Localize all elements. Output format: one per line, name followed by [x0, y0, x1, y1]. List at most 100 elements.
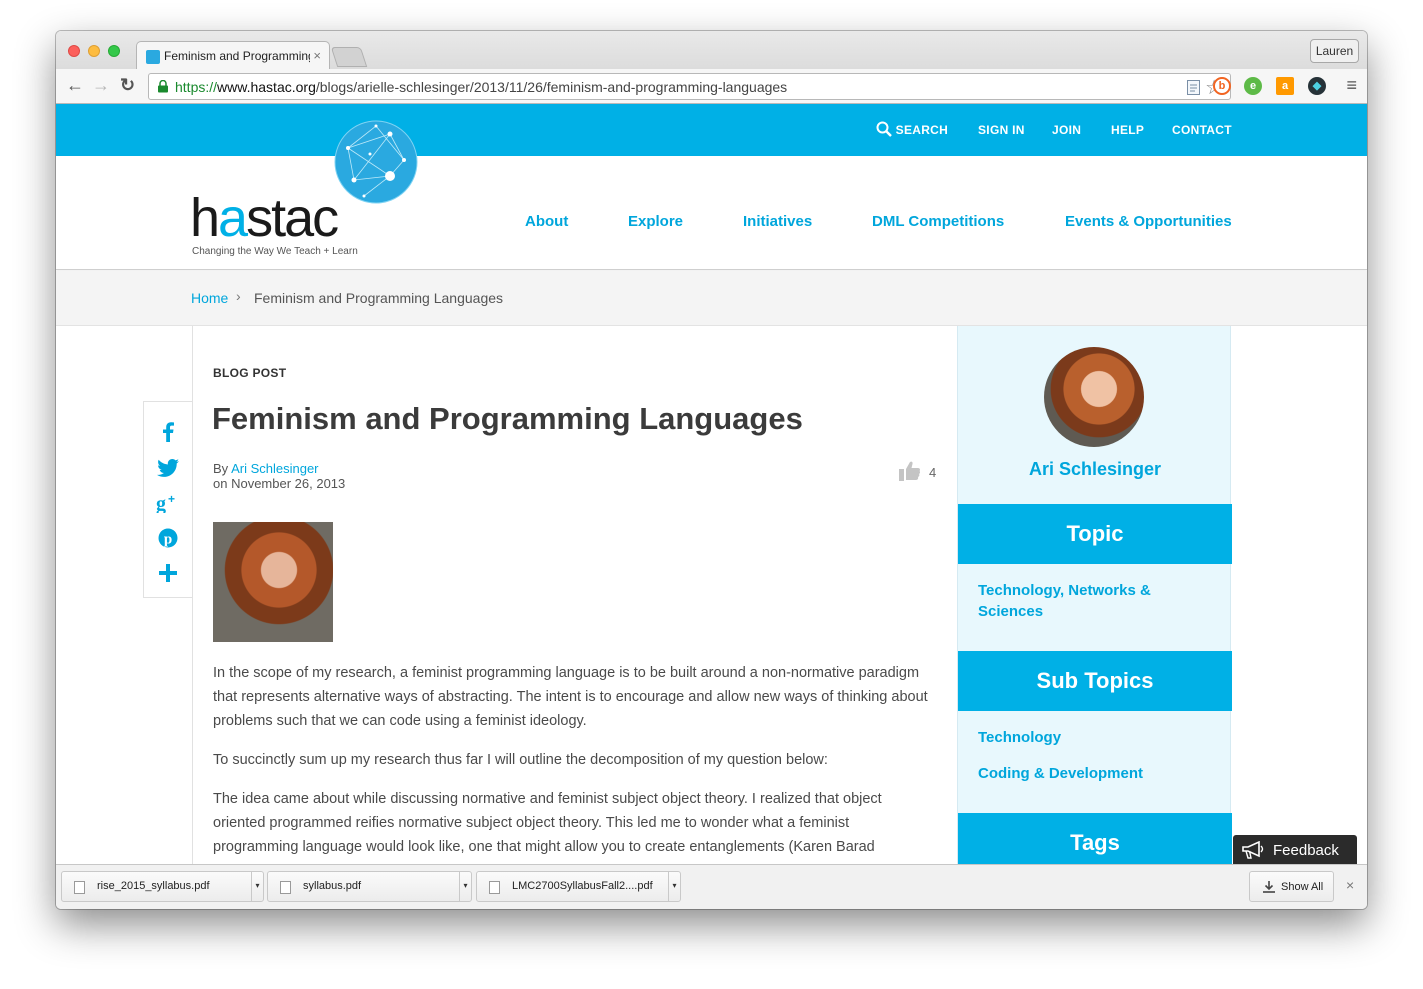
browser-menu-icon[interactable]: ≡ [1346, 75, 1357, 96]
like-count: 4 [929, 465, 937, 480]
author-avatar[interactable] [1044, 347, 1144, 447]
svg-text:p: p [164, 532, 172, 548]
nav-initiatives[interactable]: Initiatives [743, 213, 812, 230]
url-scheme: https:// [175, 79, 218, 95]
subtopics-heading: Sub Topics [958, 651, 1232, 711]
breadcrumb: Home › Feminism and Programming Language… [56, 271, 1367, 326]
sidebar-author-name[interactable]: Ari Schlesinger [958, 459, 1232, 480]
article-paragraph: The idea came about while discussing nor… [213, 791, 882, 855]
utility-bar: SEARCH SIGN IN JOIN HELP CONTACT [56, 104, 1367, 156]
download-item[interactable]: LMC2700SyllabusFall2....pdf ▾ [476, 871, 681, 902]
breadcrumb-home-link[interactable]: Home [191, 290, 228, 306]
wordmark-post: stac [246, 188, 339, 248]
show-all-downloads-button[interactable]: Show All [1249, 871, 1334, 902]
extension-evernote-icon[interactable]: e [1244, 77, 1262, 95]
help-link[interactable]: HELP [1111, 123, 1144, 137]
tab-strip: Feminism and Programming Languages × Lau… [56, 31, 1367, 69]
lock-icon [158, 80, 168, 93]
url-text: https://www.hastac.org/blogs/arielle-sch… [175, 79, 787, 95]
join-link[interactable]: JOIN [1052, 123, 1081, 137]
profile-button[interactable]: Lauren [1310, 39, 1359, 63]
download-filename: syllabus.pdf [303, 880, 362, 892]
web-page: SEARCH SIGN IN JOIN HELP CONTACT hastac … [56, 104, 1367, 864]
close-shelf-icon[interactable]: × [1346, 877, 1354, 893]
address-bar[interactable]: https://www.hastac.org/blogs/arielle-sch… [148, 73, 1231, 100]
nav-explore[interactable]: Explore [628, 213, 683, 230]
extension-amazon-icon[interactable]: a [1276, 77, 1294, 95]
wordmark-pre: h [190, 188, 220, 248]
download-options-icon[interactable]: ▾ [668, 872, 680, 901]
download-arrow-icon [1263, 881, 1275, 893]
byline-prefix: By [213, 461, 229, 476]
browser-toolbar: ← → ↻ https://www.hastac.org/blogs/ariel… [56, 69, 1367, 104]
content-divider [192, 326, 193, 864]
tab-close-icon[interactable]: × [313, 48, 321, 63]
author-link[interactable]: Ari Schlesinger [231, 461, 318, 476]
tab-title: Feminism and Programming Languages [164, 49, 310, 63]
zoom-window-button[interactable] [108, 45, 120, 57]
show-all-label: Show All [1281, 881, 1324, 893]
article-byline: By Ari Schlesinger on November 26, 2013 [213, 461, 345, 491]
pdf-file-icon [489, 881, 500, 894]
download-filename: rise_2015_syllabus.pdf [97, 880, 210, 892]
share-more-icon[interactable] [155, 561, 181, 585]
hastac-wordmark[interactable]: hastac [190, 187, 339, 249]
back-arrow-icon[interactable]: ← [66, 75, 84, 96]
article-paragraph: To succinctly sum up my research thus fa… [213, 752, 828, 768]
url-path: /blogs/arielle-schlesinger/2013/11/26/fe… [315, 79, 788, 95]
wordmark-accent: a [218, 188, 248, 248]
facebook-icon[interactable] [155, 420, 181, 444]
article-date: on November 26, 2013 [213, 476, 346, 491]
svg-text:+: + [168, 493, 175, 506]
share-bar: g + p [143, 401, 192, 598]
svg-text:g: g [156, 493, 166, 513]
forward-arrow-icon[interactable]: → [92, 75, 110, 96]
extension-b-icon[interactable]: b [1213, 77, 1231, 95]
megaphone-icon [1242, 841, 1264, 859]
download-shelf: rise_2015_syllabus.pdf ▾ syllabus.pdf ▾ … [56, 864, 1367, 909]
nav-events-opportunities[interactable]: Events & Opportunities [1065, 213, 1232, 230]
new-tab-button[interactable] [330, 47, 368, 67]
search-icon [876, 121, 892, 137]
download-filename: LMC2700SyllabusFall2....pdf [512, 880, 653, 892]
brand-tagline: Changing the Way We Teach + Learn [192, 246, 358, 257]
page-info-icon[interactable] [1187, 80, 1200, 95]
browser-window: Feminism and Programming Languages × Lau… [56, 31, 1367, 909]
tags-heading: Tags [958, 813, 1232, 864]
nav-dml-competitions[interactable]: DML Competitions [872, 213, 1004, 230]
author-photo [213, 522, 333, 642]
download-item[interactable]: rise_2015_syllabus.pdf ▾ [61, 871, 264, 902]
google-plus-icon[interactable]: g + [155, 491, 181, 515]
pdf-file-icon [74, 881, 85, 894]
topic-heading: Topic [958, 504, 1232, 564]
url-host: www.hastac.org [217, 79, 316, 95]
pdf-file-icon [280, 881, 291, 894]
article-title: Feminism and Programming Languages [212, 401, 803, 436]
pinterest-icon[interactable]: p [155, 526, 181, 550]
browser-tab[interactable]: Feminism and Programming Languages × [136, 41, 330, 69]
search-link[interactable]: SEARCH [876, 121, 948, 137]
breadcrumb-separator: › [236, 288, 241, 304]
twitter-icon[interactable] [155, 456, 181, 480]
minimize-window-button[interactable] [88, 45, 100, 57]
download-options-icon[interactable]: ▾ [459, 872, 471, 901]
feedback-label: Feedback [1273, 842, 1339, 859]
article-paragraph: In the scope of my research, a feminist … [213, 665, 928, 729]
feedback-button[interactable]: Feedback [1233, 835, 1357, 864]
download-options-icon[interactable]: ▾ [251, 872, 263, 901]
thumbs-up-icon[interactable] [899, 461, 923, 481]
reload-icon[interactable]: ↻ [120, 75, 135, 96]
extension-shield-icon[interactable]: ◆ [1308, 77, 1326, 95]
sign-in-link[interactable]: SIGN IN [978, 123, 1025, 137]
hastac-favicon-icon [146, 50, 160, 64]
close-window-button[interactable] [68, 45, 80, 57]
subtopic-link[interactable]: Coding & Development [978, 763, 1218, 784]
subtopic-link[interactable]: Technology [978, 727, 1218, 748]
topic-link[interactable]: Technology, Networks & Sciences [978, 580, 1218, 622]
contact-link[interactable]: CONTACT [1172, 123, 1232, 137]
hastac-globe-logo[interactable] [334, 120, 418, 204]
download-item[interactable]: syllabus.pdf ▾ [267, 871, 472, 902]
breadcrumb-current: Feminism and Programming Languages [254, 290, 504, 306]
brand-header: hastac Changing the Way We Teach + Learn… [56, 120, 1367, 270]
nav-about[interactable]: About [525, 213, 568, 230]
